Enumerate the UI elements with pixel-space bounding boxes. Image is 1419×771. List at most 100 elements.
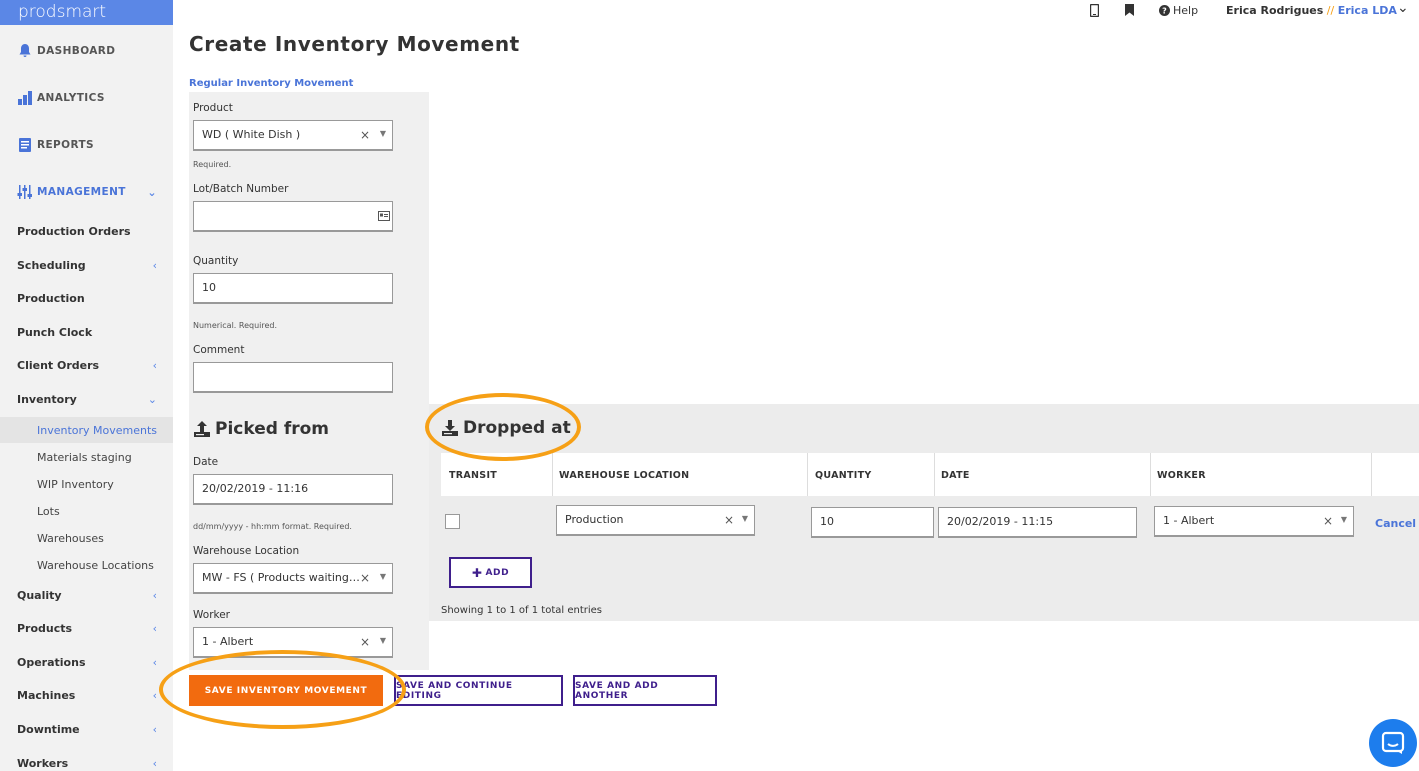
- sidebar-item-products[interactable]: Products ‹: [17, 622, 157, 635]
- nav-dashboard[interactable]: DASHBOARD: [17, 43, 115, 59]
- column-header-transit: TRANSIT: [449, 470, 498, 481]
- quantity-input[interactable]: 10: [193, 273, 393, 304]
- annotation-highlight-save: [159, 650, 406, 729]
- sidebar-item-label: Downtime: [17, 723, 80, 736]
- annotation-highlight-dropped-at: [425, 393, 581, 461]
- chevron-down-icon: ⌄: [147, 185, 157, 199]
- drop-quantity-input[interactable]: 10: [811, 507, 934, 538]
- svg-text:?: ?: [1162, 7, 1167, 16]
- add-row-button[interactable]: ✚ ADD: [449, 557, 532, 588]
- sidebar-subitem-warehouses[interactable]: Warehouses: [37, 532, 104, 545]
- chevron-down-icon: ⌄: [147, 393, 157, 406]
- column-divider: [552, 453, 553, 496]
- nav-reports-label: REPORTS: [37, 139, 95, 151]
- quantity-label: Quantity: [193, 255, 239, 267]
- caret-down-icon: ▼: [379, 572, 386, 581]
- sidebar-item-production[interactable]: Production: [17, 292, 157, 305]
- sidebar-item-inventory[interactable]: Inventory ⌄: [17, 393, 157, 406]
- product-select[interactable]: WD ( White Dish ) × ▼: [193, 120, 393, 151]
- product-help: Required.: [193, 160, 232, 169]
- save-and-continue-button[interactable]: SAVE AND CONTINUE EDITING: [394, 675, 563, 706]
- drop-worker-value: 1 - Albert: [1163, 514, 1215, 527]
- movement-type-label[interactable]: Regular Inventory Movement: [189, 78, 353, 89]
- clear-icon[interactable]: ×: [360, 121, 370, 149]
- picked-from-title: Picked from: [215, 419, 330, 439]
- clear-icon[interactable]: ×: [724, 506, 734, 534]
- sidebar-item-punch-clock[interactable]: Punch Clock: [17, 326, 157, 339]
- bookmark-icon[interactable]: [1125, 4, 1134, 16]
- sidebar-item-production-orders[interactable]: Production Orders: [17, 225, 157, 238]
- comment-input[interactable]: [193, 362, 393, 393]
- sidebar-item-quality[interactable]: Quality ‹: [17, 589, 157, 602]
- sidebar-item-machines[interactable]: Machines ‹: [17, 689, 157, 702]
- table-entries-summary: Showing 1 to 1 of 1 total entries: [441, 605, 602, 616]
- sidebar-item-operations[interactable]: Operations ‹: [17, 656, 157, 669]
- column-divider: [1371, 453, 1372, 496]
- sidebar-subitem-warehouse-locations[interactable]: Warehouse Locations: [37, 559, 154, 572]
- warehouse-location-value: MW - FS ( Products waiting for shipping …: [202, 571, 362, 584]
- clear-icon[interactable]: ×: [360, 628, 370, 656]
- sidebar-subitem-lots[interactable]: Lots: [37, 505, 60, 518]
- user-menu[interactable]: Erica Rodrigues // Erica LDA: [1226, 4, 1397, 17]
- worker-label: Worker: [193, 609, 230, 621]
- help-link[interactable]: ? Help: [1159, 4, 1198, 17]
- sidebar-item-downtime[interactable]: Downtime ‹: [17, 723, 157, 736]
- product-label: Product: [193, 102, 233, 114]
- nav-analytics[interactable]: ANALYTICS: [17, 90, 105, 106]
- sidebar-item-workers[interactable]: Workers ‹: [17, 757, 157, 770]
- lot-input[interactable]: [193, 201, 393, 232]
- chat-widget-button[interactable]: [1369, 719, 1417, 767]
- quantity-value: 10: [202, 281, 216, 294]
- question-circle-icon: ?: [1159, 5, 1170, 16]
- nav-dashboard-label: DASHBOARD: [37, 45, 116, 57]
- date-help: dd/mm/yyyy - hh:mm format. Required.: [193, 522, 352, 531]
- drop-date-value: 20/02/2019 - 11:15: [947, 515, 1054, 528]
- sidebar-item-label: Workers: [17, 757, 69, 770]
- page-title: Create Inventory Movement: [189, 32, 520, 56]
- company-name: Erica LDA: [1337, 4, 1397, 17]
- warehouse-location-select[interactable]: MW - FS ( Products waiting for shipping …: [193, 563, 393, 594]
- sidebar-item-label: Products: [17, 622, 73, 635]
- bell-icon: [19, 44, 31, 57]
- chevron-left-icon: ‹: [152, 757, 157, 770]
- transit-checkbox[interactable]: [445, 514, 460, 529]
- nav-management[interactable]: MANAGEMENT ⌄: [17, 184, 157, 200]
- sidebar-item-label: Quality: [17, 589, 62, 602]
- drop-location-select[interactable]: Production × ▼: [556, 505, 755, 536]
- cancel-row-link[interactable]: Cancel: [1375, 517, 1416, 530]
- column-divider: [1150, 453, 1151, 496]
- sidebar-item-label: Machines: [17, 689, 76, 702]
- product-value: WD ( White Dish ): [202, 128, 301, 141]
- nav-management-label: MANAGEMENT: [37, 186, 126, 198]
- clear-icon[interactable]: ×: [360, 564, 370, 592]
- column-header-date: DATE: [941, 470, 970, 481]
- chevron-left-icon: ‹: [152, 359, 157, 372]
- mobile-icon[interactable]: [1090, 4, 1099, 17]
- save-and-add-another-button[interactable]: SAVE AND ADD ANOTHER: [573, 675, 717, 706]
- column-header-quantity: QUANTITY: [815, 470, 872, 481]
- date-value: 20/02/2019 - 11:16: [202, 482, 309, 495]
- plus-icon: ✚: [471, 565, 483, 580]
- sliders-icon: [17, 185, 32, 199]
- date-input[interactable]: 20/02/2019 - 11:16: [193, 474, 393, 505]
- chevron-left-icon: ‹: [152, 259, 157, 272]
- clear-icon[interactable]: ×: [1323, 507, 1333, 535]
- sidebar-item-client-orders[interactable]: Client Orders ‹: [17, 359, 157, 372]
- user-separator: //: [1326, 4, 1335, 17]
- drop-date-input[interactable]: 20/02/2019 - 11:15: [938, 507, 1137, 538]
- nav-reports[interactable]: REPORTS: [17, 137, 94, 153]
- sidebar-item-label: Inventory: [17, 393, 77, 406]
- brand-logo[interactable]: prodsmart: [0, 0, 173, 25]
- chevron-left-icon: ‹: [152, 656, 157, 669]
- sidebar-subitem-inventory-movements[interactable]: Inventory Movements: [37, 424, 157, 437]
- nav-analytics-label: ANALYTICS: [37, 92, 105, 104]
- picked-from-heading: Picked from: [193, 419, 329, 439]
- drop-worker-select[interactable]: 1 - Albert × ▼: [1154, 506, 1354, 537]
- sidebar-subitem-materials-staging[interactable]: Materials staging: [37, 451, 132, 464]
- sidebar-item-scheduling[interactable]: Scheduling ‹: [17, 259, 157, 272]
- chevron-left-icon: ‹: [152, 589, 157, 602]
- chevron-down-icon[interactable]: ⌄: [1397, 0, 1409, 16]
- add-row-label: ADD: [485, 567, 510, 578]
- sidebar-subitem-wip-inventory[interactable]: WIP Inventory: [37, 478, 114, 491]
- sidebar-item-label: Operations: [17, 656, 86, 669]
